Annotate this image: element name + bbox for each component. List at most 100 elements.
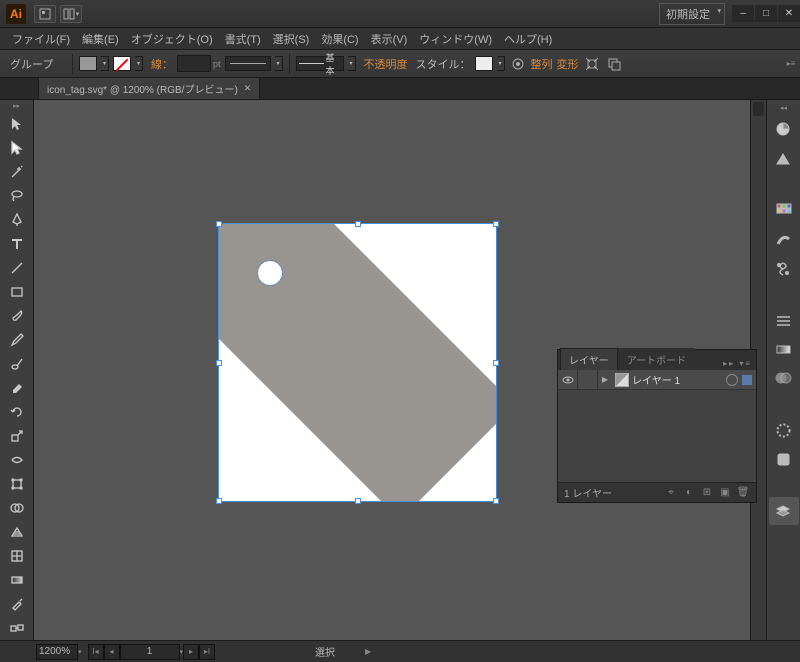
maximize-button[interactable]: □ <box>755 5 777 22</box>
menu-effect[interactable]: 効果(C) <box>315 29 364 49</box>
new-sublayer-icon[interactable]: ⊞ <box>698 485 716 501</box>
recolor-button[interactable] <box>509 55 527 73</box>
delete-layer-icon[interactable]: 🗑 <box>734 485 752 501</box>
fill-dropdown[interactable]: ▾ <box>101 56 109 71</box>
status-menu-icon[interactable]: ▶ <box>365 647 371 656</box>
first-artboard-button[interactable]: I◂ <box>88 644 104 660</box>
layer-row[interactable]: ▶ レイヤー 1 <box>558 370 756 390</box>
free-transform-tool[interactable] <box>2 472 32 496</box>
shape-builder-tool[interactable] <box>2 496 32 520</box>
minimize-button[interactable]: – <box>732 5 754 22</box>
close-button[interactable]: ✕ <box>778 5 800 22</box>
magic-wand-tool[interactable] <box>2 160 32 184</box>
dock-expand-icon[interactable]: ◂◂ <box>767 104 800 114</box>
new-layer-icon[interactable]: ▣ <box>716 485 734 501</box>
arrange-docs-button[interactable]: ▾ <box>60 5 82 23</box>
transparency-panel-icon[interactable] <box>769 364 799 392</box>
workspace-selector[interactable]: 初期設定 <box>659 3 725 25</box>
expand-layer-icon[interactable]: ▶ <box>598 375 612 384</box>
menu-type[interactable]: 書式(T) <box>219 29 267 49</box>
brush-dropdown[interactable]: 基本 <box>296 56 344 71</box>
stroke-weight-input[interactable] <box>177 55 211 72</box>
stroke-panel-icon[interactable] <box>769 306 799 334</box>
menu-window[interactable]: ウィンドウ(W) <box>413 29 498 49</box>
document-tab[interactable]: icon_tag.svg* @ 1200% (RGB/プレビュー) ✕ <box>38 77 260 99</box>
next-artboard-button[interactable]: ▸ <box>183 644 199 660</box>
selection-indicator <box>742 375 752 385</box>
menu-select[interactable]: 選択(S) <box>267 29 316 49</box>
pencil-tool[interactable] <box>2 328 32 352</box>
close-tab-icon[interactable]: ✕ <box>244 83 252 94</box>
type-tool[interactable] <box>2 232 32 256</box>
document-tabs: icon_tag.svg* @ 1200% (RGB/プレビュー) ✕ <box>0 78 800 100</box>
bridge-button[interactable] <box>34 5 56 23</box>
rectangle-tool[interactable] <box>2 280 32 304</box>
visibility-toggle[interactable] <box>558 370 578 389</box>
rotate-tool[interactable] <box>2 400 32 424</box>
selection-tool[interactable] <box>2 112 32 136</box>
zoom-input[interactable] <box>36 644 78 660</box>
brushes-panel-icon[interactable] <box>769 225 799 253</box>
layer-thumbnail <box>615 373 629 387</box>
target-icon[interactable] <box>726 374 738 386</box>
color-guide-icon[interactable] <box>769 144 799 172</box>
locate-object-icon[interactable]: ⌖ <box>662 485 680 501</box>
layers-panel[interactable]: レイヤー アートボード ▸▸ ▾≡ ▶ レイヤー 1 1 レイヤー ⌖ ◐ ⊞ … <box>557 349 757 503</box>
brush-dd[interactable]: ▾ <box>348 56 356 71</box>
layer-count: 1 レイヤー <box>562 485 662 500</box>
prev-artboard-button[interactable]: ◂ <box>104 644 120 660</box>
blob-brush-tool[interactable] <box>2 352 32 376</box>
stroke-label: 線： <box>151 56 173 72</box>
stroke-style-dd[interactable]: ▾ <box>275 56 283 71</box>
hole-selection <box>257 260 283 286</box>
stroke-swatch[interactable] <box>113 56 131 71</box>
transform-link[interactable]: 変形 <box>557 56 579 72</box>
menu-view[interactable]: 表示(V) <box>365 29 414 49</box>
menu-help[interactable]: ヘルプ(H) <box>498 29 558 49</box>
mesh-tool[interactable] <box>2 544 32 568</box>
blend-tool[interactable] <box>2 616 32 640</box>
stroke-dropdown[interactable]: ▾ <box>135 56 143 71</box>
width-tool[interactable] <box>2 448 32 472</box>
gradient-tool[interactable] <box>2 568 32 592</box>
layers-panel-icon[interactable] <box>769 497 799 525</box>
tools-collapse-icon[interactable]: ▸▸ <box>0 102 33 112</box>
line-tool[interactable] <box>2 256 32 280</box>
lasso-tool[interactable] <box>2 184 32 208</box>
scale-tool[interactable] <box>2 424 32 448</box>
swatches-panel-icon[interactable] <box>769 196 799 224</box>
artboards-tab[interactable]: アートボード <box>618 348 695 370</box>
align-link[interactable]: 整列 <box>531 56 553 72</box>
eraser-tool[interactable] <box>2 376 32 400</box>
style-dd[interactable]: ▾ <box>497 56 505 71</box>
gradient-panel-icon[interactable] <box>769 335 799 363</box>
symbols-panel-icon[interactable] <box>769 254 799 282</box>
object-type-label: グループ <box>6 55 66 73</box>
appearance-panel-icon[interactable] <box>769 416 799 444</box>
layers-tab[interactable]: レイヤー <box>560 348 618 370</box>
panel-menu-icon[interactable]: ▸▸ ▾≡ <box>719 357 756 370</box>
direct-selection-tool[interactable] <box>2 136 32 160</box>
paintbrush-tool[interactable] <box>2 304 32 328</box>
eyedropper-tool[interactable] <box>2 592 32 616</box>
menu-file[interactable]: ファイル(F) <box>6 29 76 49</box>
graphic-styles-icon[interactable] <box>769 445 799 473</box>
last-artboard-button[interactable]: ▸I <box>199 644 215 660</box>
menu-edit[interactable]: 編集(E) <box>76 29 125 49</box>
opacity-link[interactable]: 不透明度 <box>364 56 408 72</box>
artboard-number-input[interactable] <box>120 644 180 660</box>
document-tab-title: icon_tag.svg* @ 1200% (RGB/プレビュー) <box>47 81 238 96</box>
isolate-button[interactable] <box>583 55 601 73</box>
style-swatch[interactable] <box>475 56 493 71</box>
control-bar-menu[interactable]: ▸≡ <box>782 55 800 73</box>
perspective-tool[interactable] <box>2 520 32 544</box>
color-panel-icon[interactable] <box>769 115 799 143</box>
make-clip-icon[interactable]: ◐ <box>680 485 698 501</box>
stroke-style-dropdown[interactable] <box>225 56 271 71</box>
fill-swatch[interactable] <box>79 56 97 71</box>
pen-tool[interactable] <box>2 208 32 232</box>
menu-object[interactable]: オブジェクト(O) <box>125 29 219 49</box>
edit-contents-button[interactable] <box>605 55 623 73</box>
lock-toggle[interactable] <box>578 370 598 389</box>
layer-name[interactable]: レイヤー 1 <box>632 372 726 387</box>
